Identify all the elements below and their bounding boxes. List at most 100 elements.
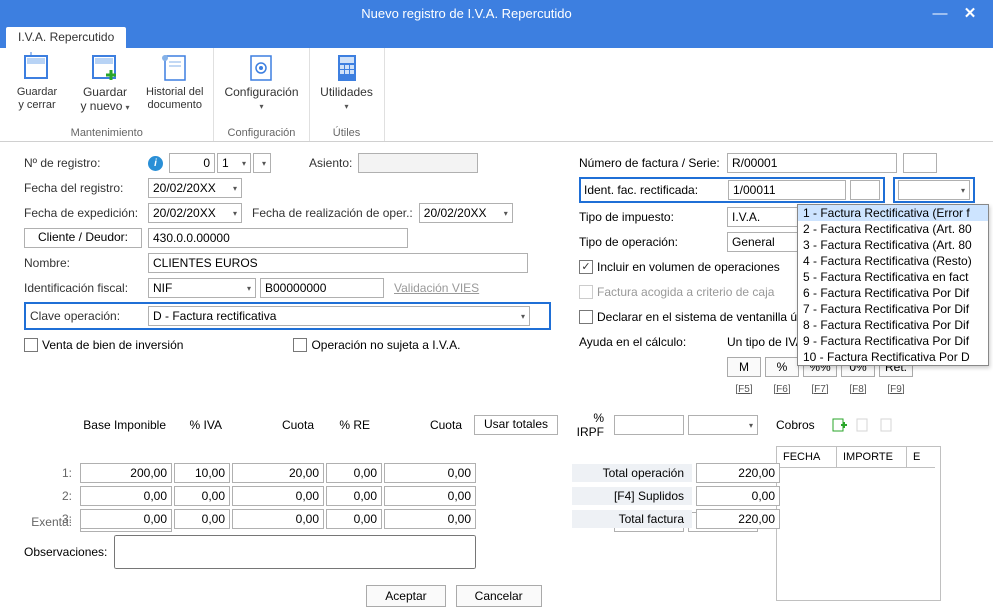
- ident-rect-extra-input[interactable]: [850, 180, 880, 200]
- calc-m-button[interactable]: M: [727, 357, 761, 377]
- incluir-vol-label: Incluir en volumen de operaciones: [597, 260, 780, 274]
- r1-cuota2[interactable]: [384, 463, 476, 483]
- r1-piva[interactable]: [174, 463, 230, 483]
- r2-cuota[interactable]: [232, 486, 324, 506]
- total-fac-label: Total factura: [572, 510, 692, 528]
- r3-base[interactable]: [80, 509, 172, 529]
- usar-totales-button[interactable]: Usar totales: [474, 415, 558, 435]
- suplidos-value[interactable]: [696, 486, 780, 506]
- r3-cuota[interactable]: [232, 509, 324, 529]
- total-fac-value[interactable]: [696, 509, 780, 529]
- dropdown-option[interactable]: 5 - Factura Rectificativa en fact: [798, 269, 988, 285]
- irpf-pct-input[interactable]: [614, 415, 684, 435]
- r3-cuota2[interactable]: [384, 509, 476, 529]
- tab-iva-repercutido[interactable]: I.V.A. Repercutido: [6, 27, 126, 48]
- fkey-f8: [F8]: [841, 384, 875, 395]
- cobros-add-icon[interactable]: [831, 417, 847, 433]
- declarar-vent-label: Declarar en el sistema de ventanilla úni…: [597, 310, 819, 324]
- cliente-input[interactable]: [148, 228, 408, 248]
- rectificativa-type-select[interactable]: ▾: [898, 180, 970, 200]
- close-button[interactable]: ✕: [955, 4, 985, 22]
- col-cuota2: Cuota: [376, 418, 468, 432]
- history-icon: [159, 52, 191, 84]
- r1-cuota[interactable]: [232, 463, 324, 483]
- op-no-sujeta-checkbox[interactable]: [293, 338, 307, 352]
- observaciones-input[interactable]: [114, 535, 476, 569]
- total-op-value[interactable]: [696, 463, 780, 483]
- configuracion-button[interactable]: Configuración▾: [224, 52, 298, 125]
- serie-input[interactable]: [903, 153, 937, 173]
- r1-pre[interactable]: [326, 463, 382, 483]
- ribbon-group-utiles: Útiles: [333, 127, 361, 139]
- r2-cuota2[interactable]: [384, 486, 476, 506]
- dropdown-option[interactable]: 6 - Factura Rectificativa Por Dif: [798, 285, 988, 301]
- validacion-vies-link[interactable]: Validación VIES: [394, 281, 479, 295]
- calc-pct-button[interactable]: %: [765, 357, 799, 377]
- rectificativa-dropdown-list[interactable]: 1 - Factura Rectificativa (Error f 2 - F…: [797, 204, 989, 366]
- n-registro-input[interactable]: [169, 153, 215, 173]
- row1-label: 1:: [24, 466, 80, 480]
- chevron-down-icon: ▾: [259, 102, 263, 111]
- aceptar-button[interactable]: Aceptar: [366, 585, 445, 607]
- cobros-col-importe[interactable]: IMPORTE: [837, 447, 907, 468]
- cobros-copy-icon[interactable]: [855, 417, 871, 433]
- guardar-nuevo-button[interactable]: Guardar y nuevo ▾: [78, 52, 132, 125]
- ayuda-calc-value: Un tipo de IVA: [727, 335, 804, 349]
- col-base: Base Imponible: [80, 418, 172, 432]
- r2-base[interactable]: [80, 486, 172, 506]
- dropdown-option[interactable]: 10 - Factura Rectificativa Por D: [798, 349, 988, 365]
- dropdown-option[interactable]: 3 - Factura Rectificativa (Art. 80: [798, 237, 988, 253]
- guardar-cerrar-button[interactable]: Guardar y cerrar: [10, 52, 64, 125]
- venta-bien-label: Venta de bien de inversión: [42, 338, 183, 352]
- fkey-f6: [F6]: [765, 384, 799, 395]
- cliente-deudor-button[interactable]: Cliente / Deudor:: [24, 228, 142, 248]
- utilidades-button[interactable]: Utilidades▾: [320, 52, 374, 125]
- cobros-title: Cobros: [776, 418, 815, 432]
- fact-acogida-checkbox: [579, 285, 593, 299]
- r2-pre[interactable]: [326, 486, 382, 506]
- window-title: Nuevo registro de I.V.A. Repercutido: [8, 6, 925, 21]
- num-factura-label: Número de factura / Serie:: [579, 156, 727, 170]
- n-registro-extra-select[interactable]: ▾: [253, 153, 271, 173]
- dropdown-option[interactable]: 4 - Factura Rectificativa (Resto): [798, 253, 988, 269]
- utilidades-label: Utilidades: [320, 85, 373, 99]
- fecha-registro-label: Fecha del registro:: [24, 181, 148, 195]
- op-no-sujeta-label: Operación no sujeta a I.V.A.: [311, 338, 460, 352]
- cobros-del-icon[interactable]: [879, 417, 895, 433]
- r3-pre[interactable]: [326, 509, 382, 529]
- clave-op-select[interactable]: D - Factura rectificativa▾: [148, 306, 530, 326]
- historial-button[interactable]: Historial del documento: [146, 52, 203, 125]
- dropdown-option[interactable]: 1 - Factura Rectificativa (Error f: [798, 205, 988, 221]
- dropdown-option[interactable]: 8 - Factura Rectificativa Por Dif: [798, 317, 988, 333]
- col-piva: % IVA: [172, 418, 228, 432]
- ident-rect-input[interactable]: [728, 180, 846, 200]
- dropdown-option[interactable]: 9 - Factura Rectificativa Por Dif: [798, 333, 988, 349]
- id-fiscal-input[interactable]: [260, 278, 384, 298]
- suplidos-label[interactable]: [F4] Suplidos: [572, 487, 692, 505]
- cobros-col-e[interactable]: E: [907, 447, 935, 468]
- nombre-input[interactable]: [148, 253, 528, 273]
- cobros-col-fecha[interactable]: FECHA: [777, 447, 837, 468]
- minimize-button[interactable]: —: [925, 5, 955, 22]
- save-new-icon: [89, 52, 121, 84]
- row3-label: 3:: [24, 512, 80, 526]
- irpf-type-select[interactable]: ▾: [688, 415, 758, 435]
- r1-base[interactable]: [80, 463, 172, 483]
- incluir-vol-checkbox[interactable]: [579, 260, 593, 274]
- ribbon-group-mantenimiento: Mantenimiento: [71, 127, 143, 139]
- venta-bien-checkbox[interactable]: [24, 338, 38, 352]
- num-factura-input[interactable]: [727, 153, 897, 173]
- id-fiscal-type-select[interactable]: NIF▾: [148, 278, 256, 298]
- clave-op-label: Clave operación:: [30, 309, 148, 323]
- info-icon[interactable]: i: [148, 156, 163, 171]
- n-registro-seq-select[interactable]: 1▾: [217, 153, 251, 173]
- fecha-real-select[interactable]: 20/02/20XX▾: [419, 203, 513, 223]
- fecha-registro-select[interactable]: 20/02/20XX▾: [148, 178, 242, 198]
- dropdown-option[interactable]: 2 - Factura Rectificativa (Art. 80: [798, 221, 988, 237]
- r2-piva[interactable]: [174, 486, 230, 506]
- r3-piva[interactable]: [174, 509, 230, 529]
- cancelar-button[interactable]: Cancelar: [456, 585, 542, 607]
- dropdown-option[interactable]: 7 - Factura Rectificativa Por Dif: [798, 301, 988, 317]
- fecha-exped-select[interactable]: 20/02/20XX▾: [148, 203, 242, 223]
- declarar-vent-checkbox[interactable]: [579, 310, 593, 324]
